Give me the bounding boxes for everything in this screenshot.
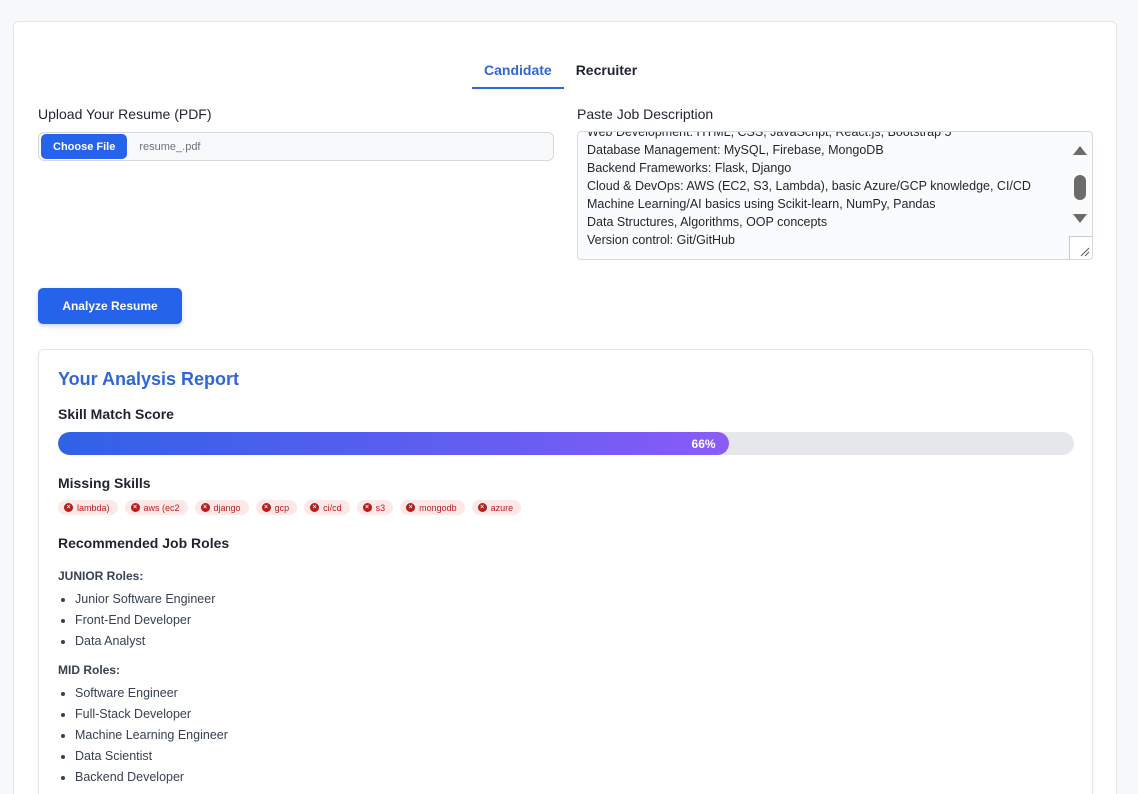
missing-skill-chip: × gcp	[255, 500, 298, 515]
tab-candidate[interactable]: Candidate	[472, 52, 564, 89]
x-circle-icon: ×	[362, 503, 372, 512]
analyze-resume-button[interactable]: Analyze Resume	[38, 288, 182, 324]
x-circle-icon: ×	[310, 503, 320, 512]
report-title: Your Analysis Report	[58, 369, 240, 389]
jd-line: Database Management: MySQL, Firebase, Mo…	[587, 143, 884, 157]
list-item: Data Scientist	[58, 746, 558, 767]
x-circle-icon: ×	[261, 503, 271, 512]
file-input[interactable]: Choose File resume_.pdf	[38, 132, 554, 161]
chip-label: gcp	[274, 502, 290, 513]
chip-label: mongodb	[419, 502, 457, 513]
missing-skill-chip: × aws (ec2	[124, 500, 188, 515]
scroll-up-arrow-icon[interactable]	[1073, 146, 1087, 155]
tab-bar: Candidate Recruiter	[472, 52, 649, 89]
upload-label: Upload Your Resume (PDF)	[38, 106, 212, 122]
list-item: Data Analyst	[58, 631, 558, 652]
missing-skill-chip: × mongodb	[400, 500, 465, 515]
scroll-down-arrow-icon[interactable]	[1073, 214, 1087, 223]
job-description-text: Web Development: HTML, CSS, JavaScript, …	[587, 131, 1031, 249]
missing-skill-chip: × django	[194, 500, 249, 515]
list-item: Full-Stack Developer	[58, 704, 558, 725]
skill-match-heading: Skill Match Score	[58, 406, 174, 422]
jd-line: Web Development: HTML, CSS, JavaScript, …	[587, 131, 952, 139]
role-group-title: MID Roles:	[58, 663, 121, 677]
list-item: Junior Software Engineer	[58, 589, 558, 610]
jd-line: Data Structures, Algorithms, OOP concept…	[587, 215, 828, 229]
missing-skill-chip: × azure	[471, 500, 522, 515]
role-group-title: JUNIOR Roles:	[58, 569, 144, 583]
missing-skill-chip: × s3	[356, 500, 394, 515]
x-circle-icon: ×	[64, 503, 73, 512]
tab-recruiter[interactable]: Recruiter	[564, 52, 649, 89]
missing-skill-chip: × lambda)	[58, 500, 118, 515]
choose-file-button[interactable]: Choose File	[41, 134, 128, 159]
file-name: resume_.pdf	[139, 140, 201, 153]
x-circle-icon: ×	[200, 503, 210, 512]
analysis-report: Your Analysis Report Skill Match Score 6…	[38, 349, 1093, 794]
skill-match-percent: 66%	[691, 436, 716, 451]
chip-label: django	[213, 502, 241, 513]
job-description-label: Paste Job Description	[577, 106, 714, 122]
chip-label: azure	[490, 502, 514, 513]
x-circle-icon: ×	[477, 503, 487, 512]
jd-line: Machine Learning/AI basics using Scikit-…	[587, 197, 936, 211]
jd-line: Cloud & DevOps: AWS (EC2, S3, Lambda), b…	[587, 179, 1031, 193]
list-item: Software Engineer	[58, 683, 558, 704]
main-card: Candidate Recruiter Upload Your Resume (…	[13, 21, 1117, 794]
jd-line: Backend Frameworks: Flask, Django	[587, 161, 792, 175]
recommended-roles-heading: Recommended Job Roles	[58, 535, 230, 551]
chip-label: ci/cd	[323, 502, 342, 513]
list-item: Machine Learning Engineer	[58, 725, 558, 746]
missing-skill-chip: × ci/cd	[304, 500, 350, 515]
job-description-textarea[interactable]: Web Development: HTML, CSS, JavaScript, …	[577, 131, 1093, 260]
list-item: Front-End Developer	[58, 610, 558, 631]
x-circle-icon: ×	[130, 503, 140, 512]
textarea-scrollbar[interactable]	[1068, 132, 1092, 238]
missing-skills-list: × lambda) × aws (ec2 × django × gcp × ci/cd ×…	[58, 500, 522, 515]
chip-label: aws (ec2	[143, 502, 180, 513]
scroll-thumb[interactable]	[1074, 175, 1086, 200]
jd-line: Version control: Git/GitHub	[587, 233, 735, 247]
skill-match-progress: 66%	[58, 432, 1074, 455]
chip-label: lambda)	[77, 502, 110, 513]
x-circle-icon: ×	[406, 503, 416, 512]
role-groups: JUNIOR Roles: Junior Software Engineer F…	[58, 569, 558, 794]
role-group-junior: JUNIOR Roles: Junior Software Engineer F…	[58, 569, 558, 652]
role-group-mid: MID Roles: Software Engineer Full-Stack …	[58, 663, 558, 788]
list-item: Backend Developer	[58, 767, 558, 788]
resize-handle-icon[interactable]	[1069, 236, 1092, 259]
missing-skills-heading: Missing Skills	[58, 475, 151, 491]
chip-label: s3	[375, 502, 386, 513]
skill-match-progress-fill: 66%	[58, 432, 729, 455]
